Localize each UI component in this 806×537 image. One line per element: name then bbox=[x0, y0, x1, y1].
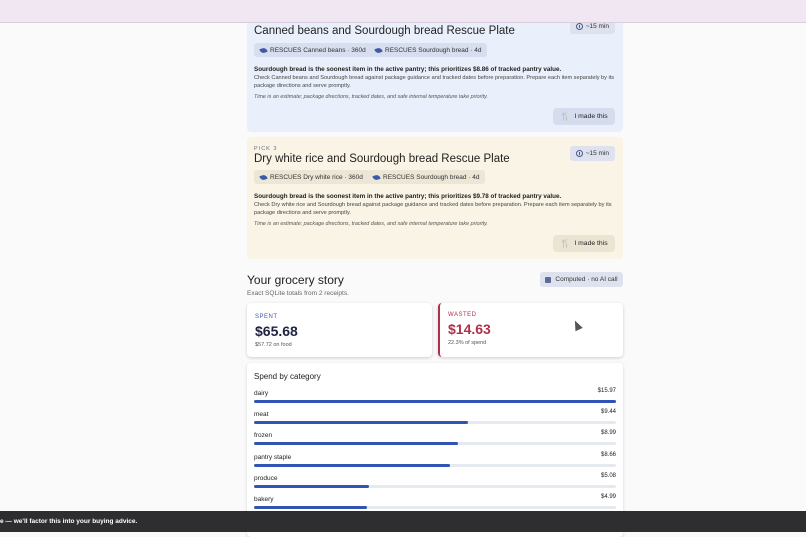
rescue-chip-label: RESCUES Sourdough bread · 4d bbox=[385, 46, 482, 54]
computed-badge-label: Computed · no AI call bbox=[555, 276, 618, 283]
category-name: dairy bbox=[254, 390, 269, 397]
category-amount: $5.08 bbox=[600, 473, 616, 479]
pick-card-2: PICK 2 Canned beans and Sourdough bread … bbox=[247, 10, 623, 132]
category-bar-track bbox=[254, 400, 616, 403]
i-made-this-button[interactable]: 🍴 I made this bbox=[553, 235, 615, 252]
pick-title: Canned beans and Sourdough bread Rescue … bbox=[254, 25, 515, 37]
category-row: dairy $15.97 bbox=[254, 388, 616, 408]
category-row: frozen $8.99 bbox=[254, 430, 616, 450]
time-estimate-text: ~15 min bbox=[585, 150, 609, 157]
i-made-this-label: I made this bbox=[574, 240, 608, 247]
category-bar-fill bbox=[254, 506, 367, 509]
calculator-icon bbox=[545, 276, 552, 283]
rescue-chip: RESCUES Sourdough bread · 4d bbox=[367, 170, 486, 184]
category-name: meat bbox=[254, 411, 269, 418]
pick-card-3: PICK 3 Dry white rice and Sourdough brea… bbox=[247, 137, 623, 259]
spent-value: $65.68 bbox=[255, 323, 298, 339]
category-bar-fill bbox=[254, 400, 616, 403]
spent-card: SPENT $65.68 $57.72 on food bbox=[247, 303, 432, 357]
category-row: produce $5.08 bbox=[254, 473, 616, 493]
section-title: Your grocery story bbox=[247, 273, 344, 287]
category-bar-track bbox=[254, 421, 616, 424]
category-bar-fill bbox=[254, 485, 370, 488]
category-amount: $8.99 bbox=[600, 430, 616, 436]
pick-details: Check Dry white rice and Sourdough bread… bbox=[254, 202, 612, 216]
rescue-chip: RESCUES Canned beans · 360d bbox=[254, 43, 372, 57]
fork-knife-icon: 🍴 bbox=[560, 112, 571, 121]
category-title: Spend by category bbox=[254, 372, 321, 381]
section-subtitle: Exact SQLite totals from 2 receipts. bbox=[247, 290, 349, 297]
category-amount: $15.97 bbox=[597, 388, 616, 394]
main-content: PICK 2 Canned beans and Sourdough bread … bbox=[0, 0, 806, 537]
rescue-chip: RESCUES Dry white rice · 360d bbox=[254, 170, 369, 184]
category-amount: $4.99 bbox=[600, 494, 616, 500]
category-name: produce bbox=[254, 475, 278, 482]
category-bar-track bbox=[254, 485, 616, 488]
top-app-bar bbox=[0, 0, 806, 23]
category-bar-fill bbox=[254, 421, 468, 424]
category-row: pantry staple $8.66 bbox=[254, 452, 616, 472]
clock-icon bbox=[575, 23, 583, 30]
rescue-chip-label: RESCUES Dry white rice · 360d bbox=[270, 173, 363, 181]
category-name: frozen bbox=[254, 432, 273, 439]
toast-message: e — we'll factor this into your buying a… bbox=[0, 511, 806, 532]
category-amount: $8.66 bbox=[600, 452, 616, 458]
leaf-icon bbox=[372, 173, 381, 181]
category-bar-track bbox=[254, 464, 616, 467]
category-bar-track bbox=[254, 442, 616, 445]
category-bar-track bbox=[254, 506, 616, 509]
wasted-card: WASTED $14.63 22.3% of spend bbox=[438, 303, 623, 357]
pick-title: Dry white rice and Sourdough bread Rescu… bbox=[254, 153, 510, 165]
leaf-icon bbox=[259, 173, 268, 181]
rescue-chip-label: RESCUES Sourdough bread · 4d bbox=[383, 173, 480, 181]
category-amount: $9.44 bbox=[600, 409, 616, 415]
rescue-chip-label: RESCUES Canned beans · 360d bbox=[270, 46, 366, 54]
spent-label: SPENT bbox=[255, 314, 278, 320]
category-bar-fill bbox=[254, 442, 458, 445]
category-row: meat $9.44 bbox=[254, 409, 616, 429]
i-made-this-label: I made this bbox=[574, 113, 608, 120]
pick-reason: Sourdough bread is the soonest item in t… bbox=[254, 66, 562, 73]
computed-badge: Computed · no AI call bbox=[540, 272, 623, 287]
fork-knife-icon: 🍴 bbox=[560, 239, 571, 248]
i-made-this-button[interactable]: 🍴 I made this bbox=[553, 108, 615, 125]
category-bar-fill bbox=[254, 464, 451, 467]
wasted-value: $14.63 bbox=[448, 321, 491, 337]
pick-details: Check Canned beans and Sourdough bread a… bbox=[254, 75, 615, 89]
spent-foot: $57.72 on food bbox=[255, 342, 292, 348]
wasted-foot: 22.3% of spend bbox=[448, 340, 487, 346]
category-name: bakery bbox=[254, 496, 274, 503]
pick-note: Time is an estimate; package directions,… bbox=[254, 94, 488, 100]
rescue-chip: RESCUES Sourdough bread · 4d bbox=[369, 43, 488, 57]
wasted-label: WASTED bbox=[448, 312, 477, 318]
time-estimate-text: ~15 min bbox=[585, 23, 609, 30]
pick-label: PICK 3 bbox=[254, 146, 278, 152]
clock-icon bbox=[575, 150, 583, 157]
category-name: pantry staple bbox=[254, 454, 292, 461]
leaf-icon bbox=[259, 46, 268, 54]
pick-reason: Sourdough bread is the soonest item in t… bbox=[254, 193, 562, 200]
time-estimate-badge: ~15 min bbox=[569, 146, 615, 161]
pick-note: Time is an estimate; package directions,… bbox=[254, 221, 488, 227]
leaf-icon bbox=[374, 46, 383, 54]
